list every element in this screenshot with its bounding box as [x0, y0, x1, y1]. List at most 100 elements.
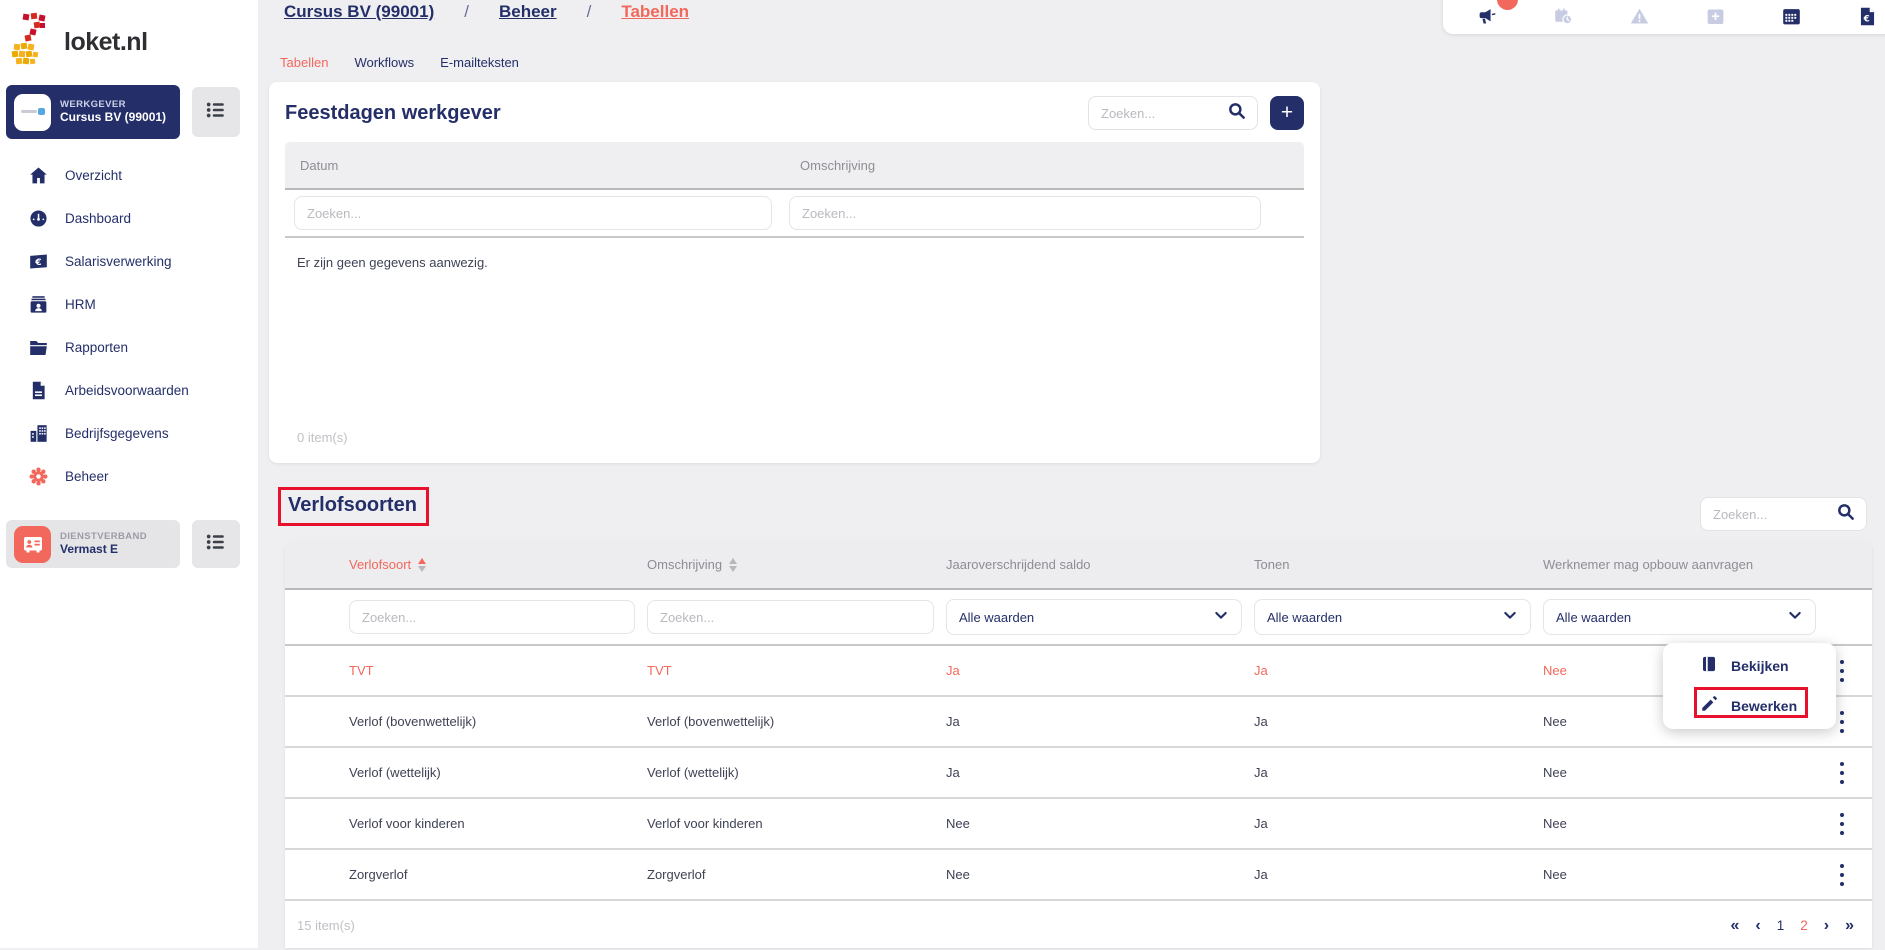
- omschrijving-filter-input[interactable]: [647, 600, 934, 634]
- sidebar-item-label: Rapporten: [65, 340, 128, 355]
- megaphone-icon[interactable]: [1477, 6, 1498, 27]
- leave-panel: Verlofsoort Omschrijving Jaaroverschrijd…: [285, 541, 1872, 948]
- table-row[interactable]: Verlof voor kinderen Verlof voor kindere…: [285, 799, 1872, 850]
- employer-card[interactable]: WERKGEVER Cursus BV (99001): [6, 85, 180, 139]
- row-actions-kebab-icon[interactable]: [1838, 711, 1846, 733]
- employer-name: Cursus BV (99001): [60, 110, 166, 125]
- verlofsoort-filter-input[interactable]: [349, 600, 635, 634]
- sort-icon: [729, 558, 737, 572]
- row-actions-kebab-icon[interactable]: [1838, 813, 1846, 835]
- saldo-filter-select[interactable]: Alle waarden: [946, 599, 1242, 635]
- holidays-panel: Feestdagen werkgever + Datum Omschrijvin…: [269, 82, 1320, 463]
- tonen-filter-select[interactable]: Alle waarden: [1254, 599, 1531, 635]
- table-row[interactable]: Verlof (bovenwettelijk) Verlof (bovenwet…: [285, 697, 1872, 748]
- calendar-grid-icon[interactable]: [1781, 6, 1802, 27]
- table-row[interactable]: Zorgverlof Zorgverlof Nee Ja Nee: [285, 850, 1872, 901]
- pagination-last-icon[interactable]: »: [1845, 917, 1854, 935]
- column-header-jaaroverschrijdend-saldo: Jaaroverschrijdend saldo: [946, 557, 1254, 572]
- gear-icon: [28, 466, 49, 487]
- leave-table-footer: 15 item(s) « ‹ 1 2 › »: [285, 901, 1872, 950]
- add-button[interactable]: +: [1270, 96, 1304, 130]
- holidays-search[interactable]: [1088, 96, 1258, 130]
- column-header-verlofsoort[interactable]: Verlofsoort: [349, 557, 647, 572]
- breadcrumb-employer[interactable]: Cursus BV (99001): [284, 2, 434, 22]
- pagination-page-2[interactable]: 2: [1800, 918, 1808, 933]
- row-context-menu: Bekijken Bewerken: [1663, 643, 1836, 729]
- sidebar-item-label: Dashboard: [65, 211, 131, 226]
- leave-search-input[interactable]: [1713, 507, 1836, 522]
- warning-triangle-icon[interactable]: [1629, 6, 1650, 27]
- table-row[interactable]: TVT TVT Ja Ja Nee: [285, 646, 1872, 697]
- sidebar-item-bedrijfsgegevens[interactable]: Bedrijfsgegevens: [0, 412, 258, 455]
- sidebar-item-salarisverwerking[interactable]: € Salarisverwerking: [0, 240, 258, 283]
- sidebar-item-beheer[interactable]: Beheer: [0, 455, 258, 498]
- id-card-icon: [28, 294, 49, 315]
- gauge-icon: [28, 208, 49, 229]
- search-icon: [1227, 101, 1247, 126]
- tab-workflows[interactable]: Workflows: [354, 55, 414, 70]
- sidebar-item-label: Salarisverwerking: [65, 254, 172, 269]
- pagination-first-icon[interactable]: «: [1731, 917, 1740, 935]
- menu-item-bekijken[interactable]: Bekijken: [1663, 646, 1836, 686]
- tab-tabellen[interactable]: Tabellen: [280, 55, 328, 70]
- leave-item-count: 15 item(s): [297, 918, 355, 933]
- leave-filter-row: Alle waarden Alle waarden Alle waarden: [285, 590, 1872, 646]
- datum-filter-input[interactable]: [294, 196, 772, 230]
- svg-text:€: €: [34, 257, 41, 268]
- column-header-tonen: Tonen: [1254, 557, 1543, 572]
- logo-mosaic-icon: [10, 12, 58, 73]
- pagination: « ‹ 1 2 › »: [1731, 917, 1855, 935]
- breadcrumb: Cursus BV (99001) / Beheer / Tabellen: [284, 2, 689, 22]
- sidebar-item-arbeidsvoorwaarden[interactable]: Arbeidsvoorwaarden: [0, 369, 258, 412]
- app-logo[interactable]: loket.nl: [10, 12, 148, 73]
- leave-title: Verlofsoorten: [288, 494, 417, 516]
- pagination-next-icon[interactable]: ›: [1824, 917, 1829, 935]
- sidebar-nav: Overzicht Dashboard € Salarisverwerking …: [0, 154, 258, 498]
- employment-card[interactable]: DIENSTVERBAND Vermast E: [6, 520, 180, 568]
- holidays-filter-row: [285, 190, 1304, 238]
- row-actions-kebab-icon[interactable]: [1838, 660, 1846, 682]
- chevron-down-icon: [1787, 607, 1803, 628]
- leave-title-annotation: Verlofsoorten: [278, 487, 429, 526]
- svg-text:€: €: [1863, 14, 1870, 24]
- opbouw-filter-select[interactable]: Alle waarden: [1543, 599, 1816, 635]
- pagination-prev-icon[interactable]: ‹: [1755, 917, 1760, 935]
- table-row[interactable]: Verlof (wettelijk) Verlof (wettelijk) Ja…: [285, 748, 1872, 799]
- leave-search[interactable]: [1700, 497, 1867, 531]
- employer-avatar: [14, 94, 51, 131]
- sidebar-item-hrm[interactable]: HRM: [0, 283, 258, 326]
- logo-text: loket.nl: [64, 28, 148, 57]
- row-actions-kebab-icon[interactable]: [1838, 864, 1846, 886]
- employer-list-button[interactable]: [192, 87, 240, 137]
- column-header-omschrijving[interactable]: Omschrijving: [647, 557, 946, 572]
- tab-emailteksten[interactable]: E-mailteksten: [440, 55, 519, 70]
- euro-document-icon[interactable]: €: [1857, 6, 1878, 27]
- employment-list-button[interactable]: [192, 520, 240, 568]
- document-icon: [28, 380, 49, 401]
- column-header-omschrijving: Omschrijving: [800, 158, 1304, 173]
- holidays-search-input[interactable]: [1101, 106, 1227, 121]
- pagination-page-1[interactable]: 1: [1777, 918, 1785, 933]
- holidays-title: Feestdagen werkgever: [285, 102, 501, 125]
- topbar-actions: €: [1443, 0, 1885, 34]
- breadcrumb-tabellen[interactable]: Tabellen: [621, 2, 689, 22]
- home-icon: [28, 165, 49, 186]
- employment-avatar: [14, 526, 51, 563]
- empty-state-text: Er zijn geen gegevens aanwezig.: [285, 255, 1304, 270]
- sidebar-item-overzicht[interactable]: Overzicht: [0, 154, 258, 197]
- inbox-add-icon[interactable]: [1705, 6, 1726, 27]
- sidebar-item-label: HRM: [65, 297, 96, 312]
- menu-item-bewerken[interactable]: Bewerken: [1663, 686, 1836, 726]
- sidebar-item-dashboard[interactable]: Dashboard: [0, 197, 258, 240]
- sidebar-item-label: Overzicht: [65, 168, 122, 183]
- sidebar-item-rapporten[interactable]: Rapporten: [0, 326, 258, 369]
- calendar-clock-icon[interactable]: [1553, 6, 1574, 27]
- breadcrumb-beheer[interactable]: Beheer: [499, 2, 557, 22]
- employment-name: Vermast E: [60, 542, 147, 557]
- row-actions-kebab-icon[interactable]: [1838, 762, 1846, 784]
- pencil-icon: [1700, 695, 1718, 718]
- employment-type-label: DIENSTVERBAND: [60, 531, 147, 543]
- beheer-tabs: Tabellen Workflows E-mailteksten: [280, 55, 519, 70]
- omschrijving-filter-input[interactable]: [789, 196, 1261, 230]
- sort-icon: [418, 558, 426, 572]
